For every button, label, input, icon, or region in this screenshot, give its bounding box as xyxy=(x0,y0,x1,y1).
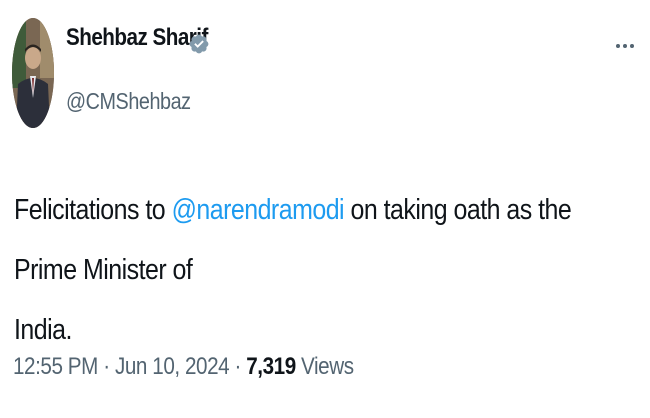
tweet-text: Felicitations to @narendramodi on taking… xyxy=(14,180,616,360)
author-handle[interactable]: @CMShehbaz xyxy=(66,88,191,115)
more-options-icon-dot xyxy=(623,44,627,48)
tweet-card: Shehbaz Sharif @CMShehbaz Felicitations … xyxy=(0,0,650,418)
verified-badge-icon xyxy=(189,34,209,54)
more-options-icon-dot xyxy=(630,44,634,48)
views-count: 7,319 xyxy=(246,353,296,380)
more-options-icon xyxy=(616,44,620,48)
views-label: Views xyxy=(301,353,354,380)
mention-link[interactable]: @narendramodi xyxy=(172,194,345,226)
tweet-text-line2: India. xyxy=(14,314,72,346)
meta-separator: · xyxy=(103,353,110,380)
tweet-date[interactable]: Jun 10, 2024 xyxy=(115,353,230,380)
profile-photo-icon xyxy=(12,18,54,128)
more-options-button[interactable] xyxy=(616,40,640,52)
author-display-name[interactable]: Shehbaz Sharif xyxy=(66,24,208,52)
meta-separator-2: · xyxy=(234,353,241,380)
tweet-text-start: Felicitations to xyxy=(14,194,172,226)
tweet-meta: 12:55 PM · Jun 10, 2024 · 7,319 Views xyxy=(13,353,354,381)
tweet-time[interactable]: 12:55 PM xyxy=(13,353,98,380)
avatar[interactable] xyxy=(12,18,54,128)
